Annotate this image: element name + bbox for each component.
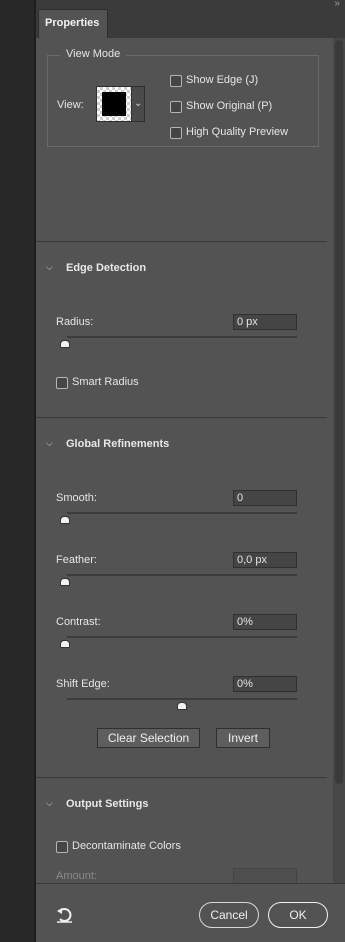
radius-label: Radius: [56, 316, 94, 328]
view-label: View: [57, 99, 84, 111]
radius-slider[interactable] [67, 336, 297, 338]
output-settings-header[interactable]: Output Settings [66, 798, 149, 810]
reset-icon[interactable] [56, 906, 74, 929]
section-divider [36, 241, 327, 242]
edge-detection-header[interactable]: Edge Detection [66, 262, 146, 274]
contrast-label: Contrast: [56, 616, 101, 628]
chevron-down-icon[interactable]: ⌵ [46, 262, 53, 273]
decontaminate-colors-label: Decontaminate Colors [72, 840, 181, 852]
invert-button[interactable]: Invert [216, 728, 270, 748]
shift-edge-slider[interactable] [67, 698, 297, 700]
feather-slider-thumb[interactable] [60, 578, 70, 586]
radius-field[interactable]: 0 px [233, 314, 297, 330]
amount-label: Amount: [56, 870, 97, 882]
smooth-label: Smooth: [56, 492, 97, 504]
global-refinements-header[interactable]: Global Refinements [66, 438, 169, 450]
high-quality-preview-label: High Quality Preview [186, 126, 289, 138]
view-mode-preview[interactable] [96, 86, 132, 122]
left-canvas-edge [0, 0, 34, 942]
tab-properties-label: Properties [45, 17, 100, 29]
panel-divider [34, 0, 36, 942]
collapse-panel-icon[interactable]: ›› [334, 0, 340, 9]
shift-edge-label: Shift Edge: [56, 678, 110, 690]
smooth-slider-thumb[interactable] [60, 516, 70, 524]
smooth-field[interactable]: 0 [233, 490, 297, 506]
contrast-slider[interactable] [67, 636, 297, 638]
ok-button[interactable]: OK [268, 902, 328, 928]
view-mode-dropdown[interactable]: ⌄ [132, 86, 145, 122]
cancel-button[interactable]: Cancel [199, 902, 259, 928]
show-original-label: Show Original (P) [186, 100, 273, 112]
clear-selection-button[interactable]: Clear Selection [97, 728, 200, 748]
chevron-down-icon: ⌄ [134, 98, 143, 109]
smooth-slider[interactable] [67, 512, 297, 514]
smart-radius-checkbox[interactable] [56, 377, 68, 389]
feather-field[interactable]: 0,0 px [233, 552, 297, 568]
section-divider [36, 417, 327, 418]
chevron-down-icon[interactable]: ⌵ [46, 798, 53, 809]
radius-slider-thumb[interactable] [60, 340, 70, 348]
high-quality-preview-checkbox[interactable] [170, 127, 182, 139]
chevron-down-icon[interactable]: ⌵ [46, 438, 53, 449]
footer-divider [36, 883, 345, 884]
decontaminate-colors-checkbox[interactable] [56, 841, 68, 853]
section-divider [36, 777, 327, 778]
show-original-checkbox[interactable] [170, 101, 182, 113]
shift-edge-field[interactable]: 0% [233, 676, 297, 692]
tab-properties[interactable]: Properties [38, 9, 108, 38]
contrast-field[interactable]: 0% [233, 614, 297, 630]
view-mode-legend: View Mode [60, 48, 127, 60]
feather-label: Feather: [56, 554, 97, 566]
scrollbar-thumb[interactable] [335, 40, 343, 784]
show-edge-checkbox[interactable] [170, 75, 182, 87]
feather-slider[interactable] [67, 574, 297, 576]
contrast-slider-thumb[interactable] [60, 640, 70, 648]
shift-edge-slider-thumb[interactable] [177, 702, 187, 710]
amount-field [233, 868, 297, 884]
smart-radius-label: Smart Radius [72, 376, 139, 388]
show-edge-label: Show Edge (J) [186, 74, 259, 86]
